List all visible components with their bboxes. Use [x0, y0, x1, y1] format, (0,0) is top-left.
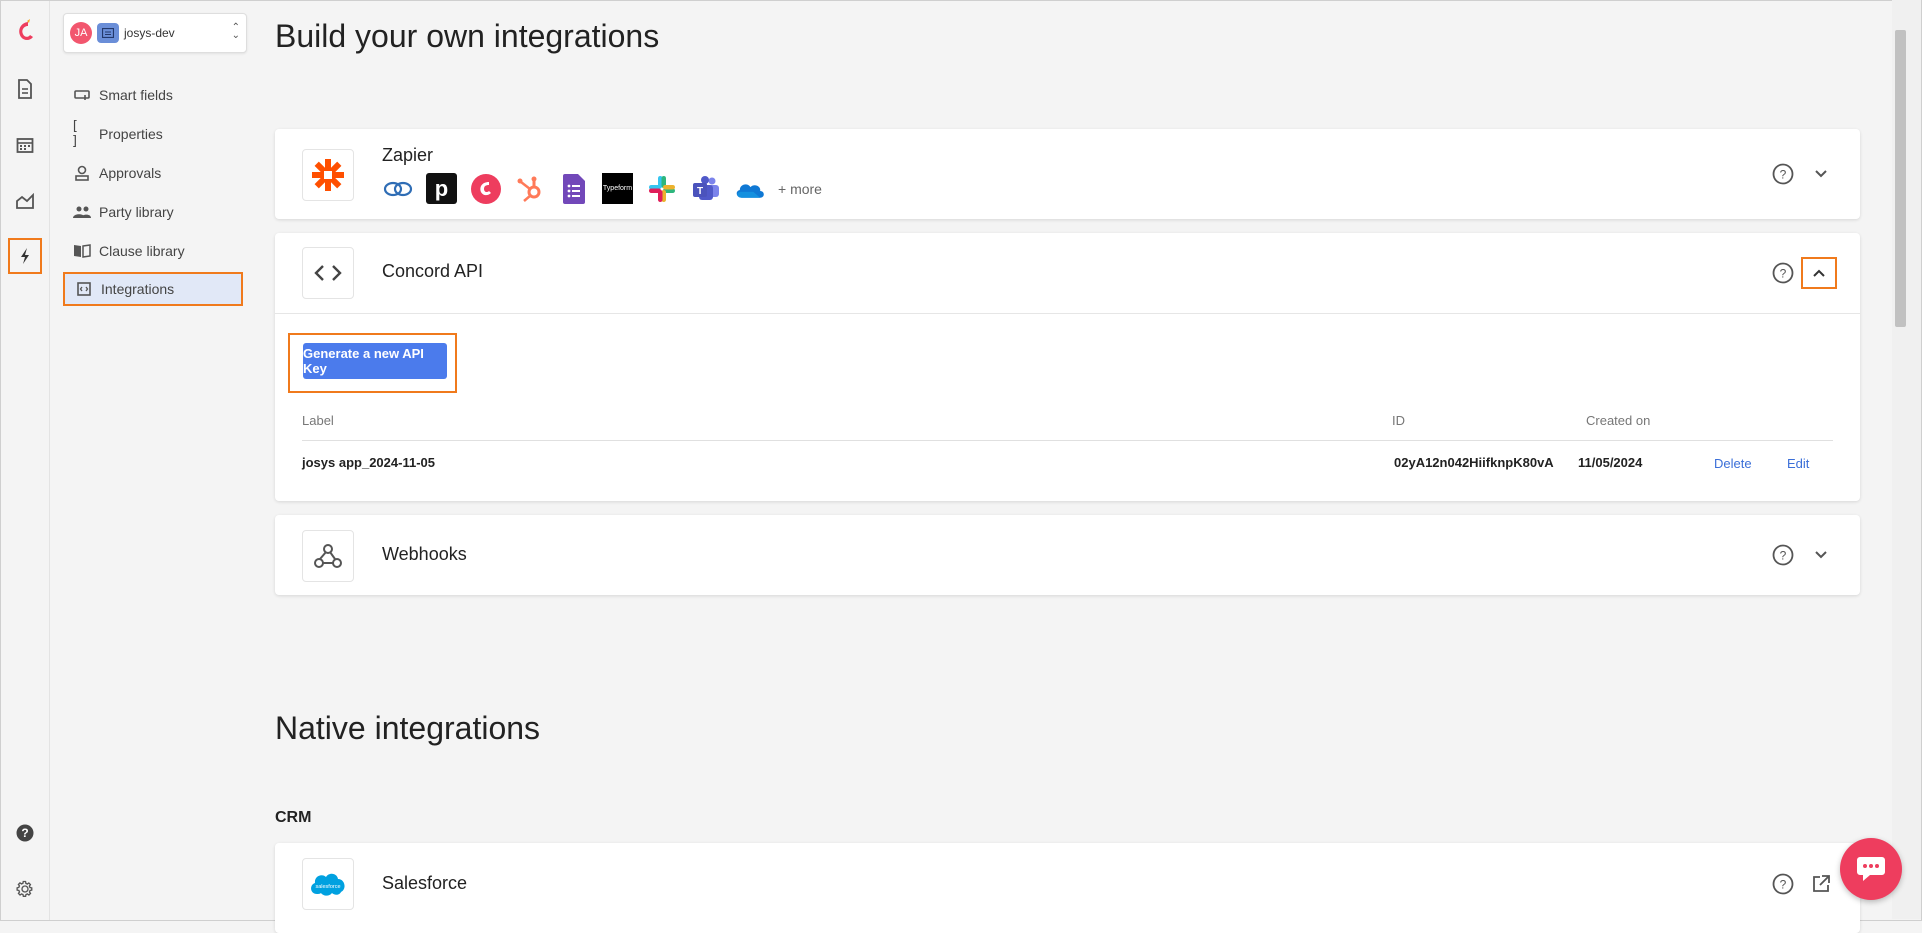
nav-item-integrations[interactable]: Integrations [63, 272, 243, 306]
delete-key-link[interactable]: Delete [1714, 456, 1752, 471]
teams-app-icon: T [690, 173, 721, 204]
book-icon [71, 244, 93, 258]
analytics-icon[interactable] [13, 189, 37, 213]
nav-item-label: Approvals [99, 165, 162, 181]
svg-text:salesforce: salesforce [315, 884, 340, 890]
onedrive-app-icon [734, 173, 765, 204]
more-apps-label: + more [778, 180, 822, 197]
svg-text:?: ? [1780, 168, 1787, 182]
nav-item-properties[interactable]: [ ] Properties [63, 118, 243, 150]
salesforce-help-icon[interactable]: ? [1772, 873, 1794, 895]
chat-support-button[interactable] [1840, 838, 1902, 900]
svg-text:?: ? [1780, 878, 1787, 892]
webhook-icon [302, 530, 354, 582]
webhooks-card: Webhooks ? [275, 515, 1860, 595]
native-integrations-title: Native integrations [275, 710, 541, 746]
api-key-id: 02yA12n042HiifknpK80vA [1394, 455, 1554, 470]
typeform-app-label: Typeform [602, 185, 633, 192]
svg-text:T: T [696, 186, 702, 197]
zapier-apps: p Typeform T + more [382, 173, 822, 204]
generate-key-highlight: Generate a new API Key [288, 333, 457, 393]
nav-item-clause-library[interactable]: Clause library [63, 235, 243, 267]
webhooks-title: Webhooks [382, 544, 467, 564]
zapier-logo-icon [302, 149, 354, 201]
avatar: JA [70, 22, 92, 44]
zapier-expand-chevron-down-icon[interactable] [1807, 160, 1835, 188]
integrations-icon [73, 282, 95, 296]
svg-text:?: ? [1780, 549, 1787, 563]
icon-rail: ? [1, 1, 50, 920]
hubspot-app-icon [514, 173, 545, 204]
api-key-label: josys app_2024-11-05 [302, 455, 435, 470]
svg-text:?: ? [1780, 267, 1787, 281]
brackets-icon: [ ] [71, 119, 79, 149]
concord-logo-icon[interactable] [13, 19, 37, 43]
webhooks-help-icon[interactable]: ? [1772, 544, 1794, 566]
nav-item-label: Properties [99, 126, 163, 142]
chain-app-icon [382, 173, 413, 204]
approvals-icon [71, 165, 93, 181]
concord-api-title: Concord API [382, 261, 484, 281]
nav-item-approvals[interactable]: Approvals [63, 157, 243, 189]
integrations-rail-icon[interactable] [8, 238, 42, 274]
chat-bubble-icon [1857, 857, 1885, 881]
pandadoc-app-icon: p [426, 173, 457, 204]
page-title: Build your own integrations [275, 18, 660, 54]
column-header-id: ID [1392, 413, 1405, 428]
webhooks-expand-chevron-down-icon[interactable] [1807, 541, 1835, 569]
nav-item-label: Party library [99, 204, 174, 220]
column-header-label: Label [302, 413, 334, 428]
chevron-updown-icon: ⌃ ⌄ [231, 22, 240, 41]
nav-item-party-library[interactable]: Party library [63, 196, 243, 228]
slack-app-icon [646, 173, 677, 204]
salesforce-title: Salesforce [382, 873, 468, 893]
nav-item-label: Smart fields [99, 87, 173, 103]
svg-text:?: ? [21, 826, 28, 840]
nav-item-label: Integrations [101, 281, 175, 297]
google-forms-app-icon [558, 173, 589, 204]
edit-key-link[interactable]: Edit [1787, 456, 1809, 471]
zapier-card: Zapier p Typeform T + more ? [275, 129, 1860, 219]
generate-api-key-button[interactable]: Generate a new API Key [303, 343, 447, 379]
documents-icon[interactable] [13, 77, 37, 101]
scrollbar-thumb[interactable] [1895, 30, 1906, 327]
concord-app-icon [470, 173, 501, 204]
people-icon [71, 206, 93, 218]
divider [275, 313, 1860, 314]
api-collapse-chevron-up-icon[interactable] [1801, 257, 1837, 289]
help-icon[interactable]: ? [13, 821, 37, 845]
smart-fields-icon [71, 90, 93, 100]
divider [302, 440, 1833, 441]
calendar-icon[interactable] [13, 133, 37, 157]
column-header-created: Created on [1586, 413, 1651, 428]
workspace-switcher[interactable]: JA josys-dev ⌃ ⌄ [63, 13, 247, 53]
zapier-title: Zapier [382, 145, 434, 165]
typeform-app-icon: Typeform [602, 173, 633, 204]
settings-nav: JA josys-dev ⌃ ⌄ Smart fields [ ] Propert… [50, 1, 260, 920]
workspace-name: josys-dev [124, 26, 175, 40]
code-brackets-icon [302, 247, 354, 299]
concord-api-card: Concord API ? Generate a new API Key Lab… [275, 233, 1860, 501]
salesforce-logo-icon: salesforce [302, 858, 354, 910]
api-key-created: 11/05/2024 [1578, 455, 1643, 470]
settings-gear-icon[interactable] [13, 877, 37, 901]
nav-item-label: Clause library [99, 243, 185, 259]
salesforce-card: salesforce Salesforce ? [275, 843, 1860, 933]
api-help-icon[interactable]: ? [1772, 262, 1794, 284]
external-link-icon[interactable] [1807, 870, 1835, 898]
workspace-icon [97, 23, 119, 43]
crm-section-label: CRM [275, 809, 312, 826]
zapier-help-icon[interactable]: ? [1772, 163, 1794, 185]
nav-item-smart-fields[interactable]: Smart fields [63, 79, 243, 111]
